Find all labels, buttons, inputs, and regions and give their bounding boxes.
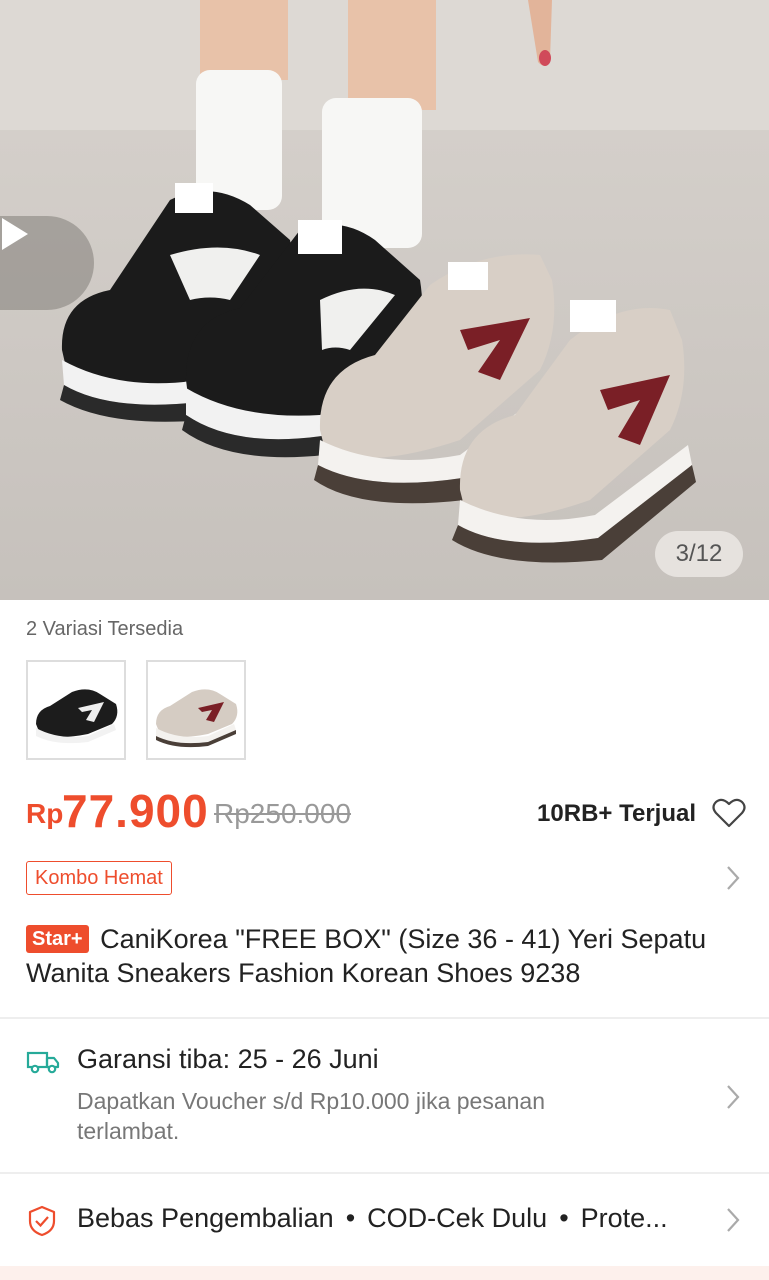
separator: • — [559, 1203, 569, 1233]
shield-check-icon — [28, 1205, 56, 1237]
truck-icon — [26, 1051, 60, 1074]
product-photo — [0, 0, 769, 563]
chevron-right-icon[interactable] — [724, 1206, 742, 1234]
separator: • — [345, 1203, 356, 1233]
cod-label: COD-Cek Dulu — [367, 1203, 548, 1233]
price-row: Rp 77.900 Rp250.000 10RB+ Terjual — [26, 784, 746, 840]
shipping-subtitle: Dapatkan Voucher s/d Rp10.000 jika pesan… — [77, 1088, 545, 1144]
black-sneaker-image — [36, 689, 118, 744]
heart-icon[interactable] — [712, 798, 746, 828]
beige-sneaker-image — [156, 689, 238, 748]
product-image-carousel[interactable]: 3/12 — [0, 0, 769, 600]
sold-count: 10RB+ Terjual — [537, 800, 696, 827]
divider — [0, 1172, 769, 1174]
product-title: Star+ CaniKorea "FREE BOX" (Size 36 - 41… — [26, 922, 746, 990]
play-icon — [2, 218, 28, 250]
currency-symbol: Rp — [26, 798, 64, 829]
variations-label: 2 Variasi Tersedia — [26, 618, 184, 640]
star-plus-badge: Star+ — [26, 925, 89, 953]
kombo-hemat-badge[interactable]: Kombo Hemat — [26, 861, 172, 895]
image-counter: 3/12 — [655, 531, 743, 577]
free-return-label: Bebas Pengembalian — [77, 1203, 334, 1233]
protection-label: Prote... — [580, 1203, 668, 1233]
current-price: 77.900 — [62, 785, 209, 837]
play-video-button[interactable] — [0, 216, 94, 310]
variation-thumb-beige[interactable] — [146, 660, 246, 760]
shipping-title: Garansi tiba: 25 - 26 Juni — [77, 1044, 379, 1074]
variation-thumb-black[interactable] — [26, 660, 126, 760]
bottom-strip — [0, 1266, 769, 1280]
returns-text: Bebas Pengembalian • COD-Cek Dulu • Prote... — [77, 1203, 668, 1234]
chevron-right-icon[interactable] — [724, 864, 742, 892]
divider — [0, 1017, 769, 1019]
chevron-right-icon[interactable] — [724, 1083, 742, 1111]
product-title-text: CaniKorea "FREE BOX" (Size 36 - 41) Yeri… — [26, 924, 707, 988]
original-price: Rp250.000 — [214, 798, 352, 829]
